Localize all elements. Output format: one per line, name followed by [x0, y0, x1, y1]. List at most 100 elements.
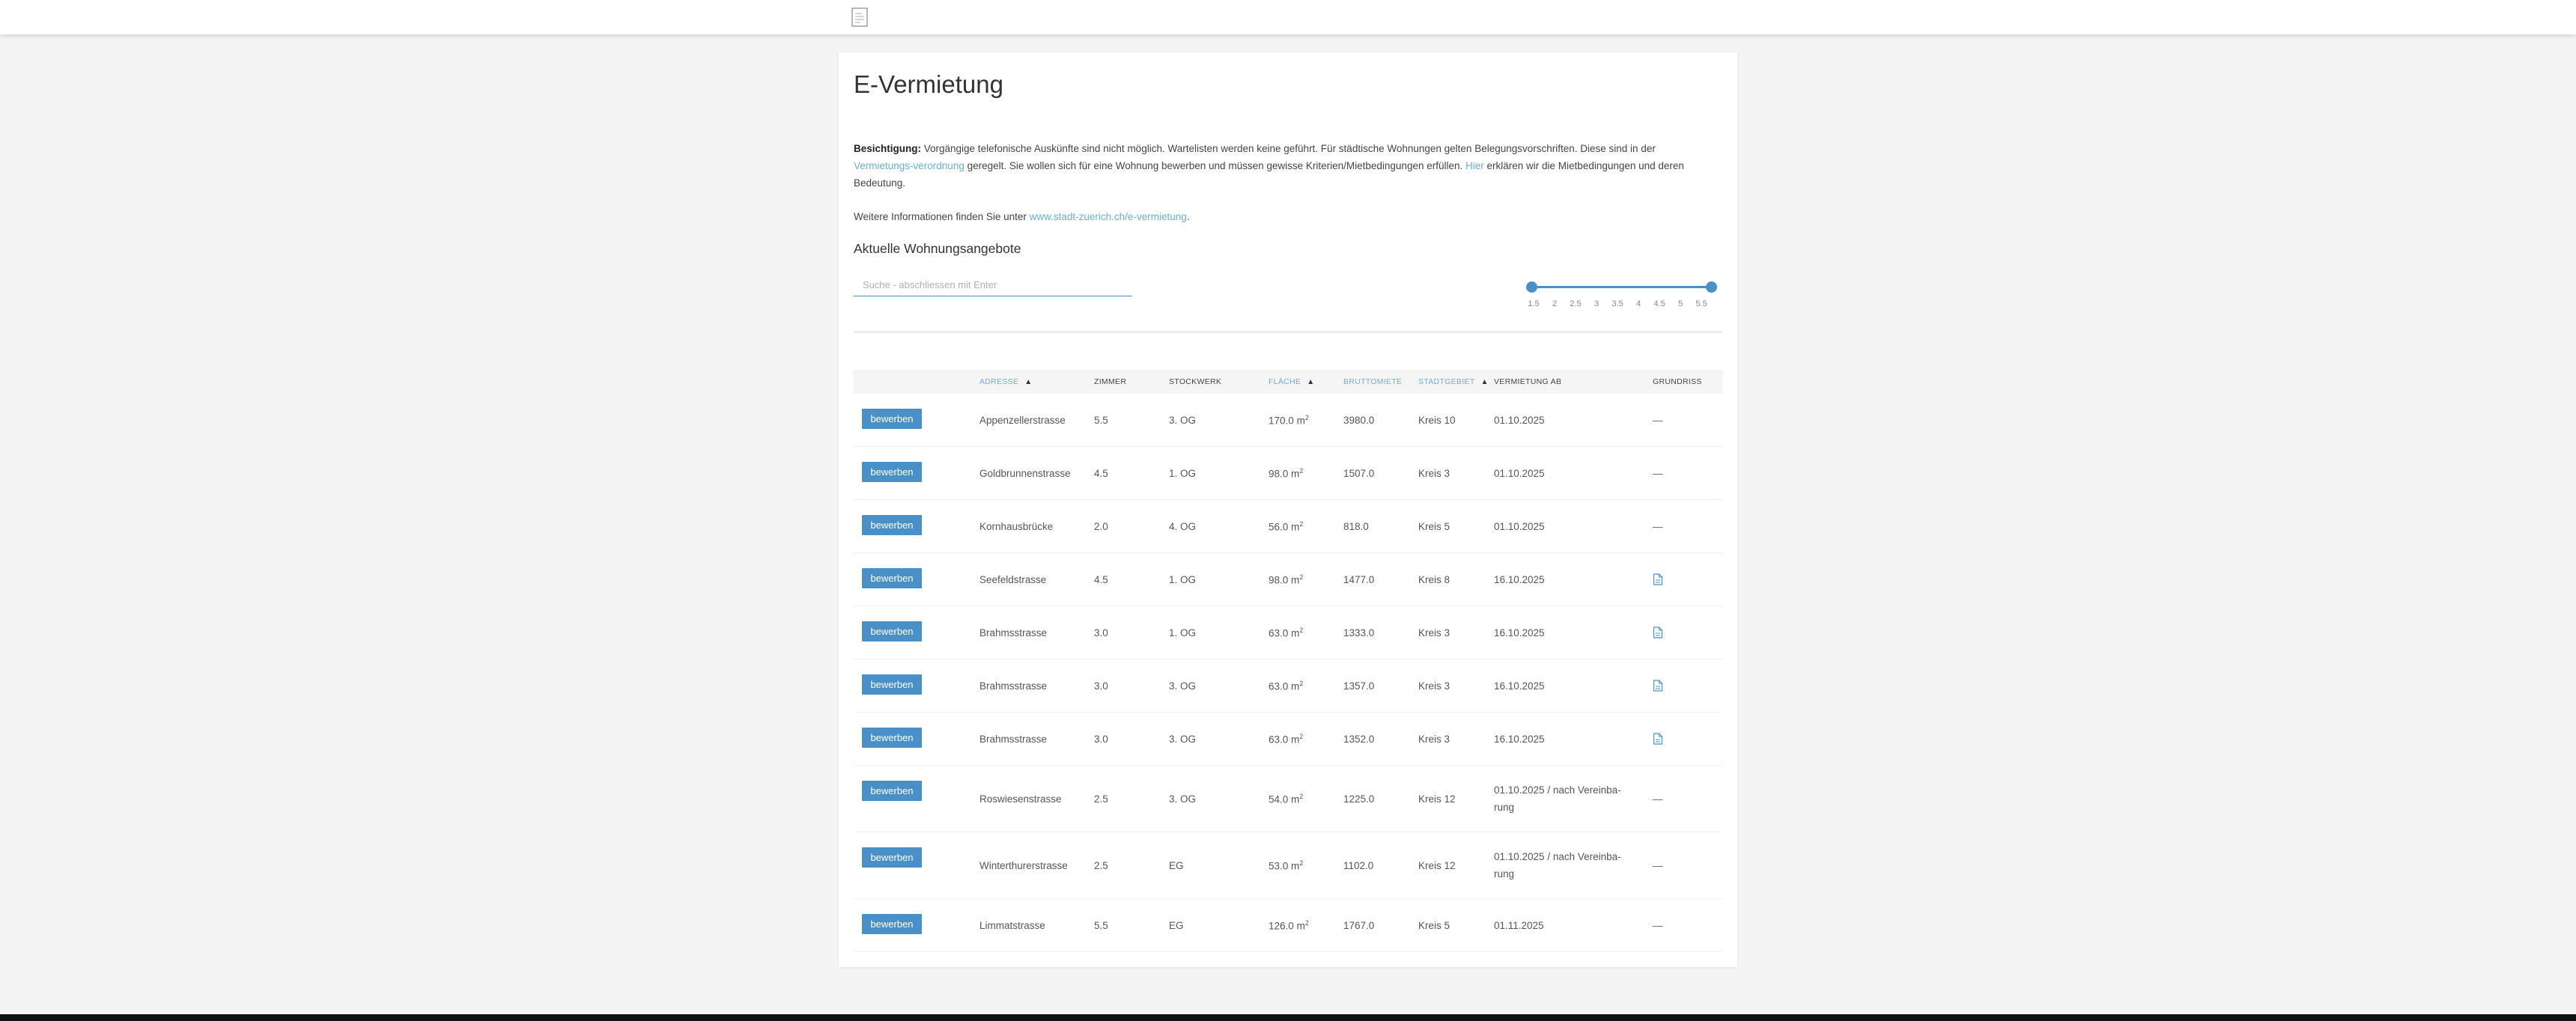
cell-grundriss: — — [1653, 499, 1722, 553]
apply-button[interactable]: bewerben — [862, 515, 922, 535]
cell-vermietung-ab: 16.10.2025 — [1494, 552, 1653, 606]
table-row[interactable]: bewerben Brahmsstrasse 3.0 3. OG 63.0 m2 1357… — [854, 659, 1722, 713]
cell-vermietung-ab: 01.10.2025 — [1494, 394, 1653, 447]
apply-button[interactable]: bewerben — [862, 409, 922, 429]
table-row[interactable]: bewerben Limmatstrasse 5.5 EG 126.0 m2 1767.0… — [854, 898, 1722, 952]
info-paragraph: Besichtigung: Vorgängige telefonische Au… — [854, 140, 1715, 192]
apply-button[interactable]: bewerben — [862, 728, 922, 748]
header-adresse-label[interactable]: ADRESSE — [979, 377, 1018, 386]
floorplan-document-icon[interactable] — [1653, 627, 1663, 638]
table-row[interactable]: bewerben Goldbrunnenstrasse 4.5 1. OG 98.0 m… — [854, 446, 1722, 500]
slider-tick: 4.5 — [1653, 299, 1665, 308]
floorplan-document-icon[interactable] — [1653, 680, 1663, 692]
slider-handle-max[interactable] — [1706, 281, 1717, 293]
header-stockwerk: STOCKWERK — [1169, 370, 1269, 394]
table-row[interactable]: bewerben Winterthurerstrasse 2.5 EG 53.0 m2 1… — [854, 832, 1722, 899]
cell-adresse: Brahmsstrasse — [979, 712, 1094, 766]
table-row[interactable]: bewerben Appenzellerstrasse 5.5 3. OG 170.0 … — [854, 394, 1722, 447]
cell-stockwerk: 1. OG — [1169, 606, 1269, 659]
info-label: Besichtigung: — [854, 143, 921, 154]
action-cell: bewerben — [854, 659, 979, 713]
action-cell: bewerben — [854, 606, 979, 659]
regulation-link[interactable]: Vermietungs-verordnung — [854, 160, 965, 171]
cell-stadtgebiet: Kreis 8 — [1418, 552, 1494, 606]
header-stadtgebiet[interactable]: STADTGEBIET ▲ — [1418, 370, 1494, 394]
action-cell: bewerben — [854, 394, 979, 447]
apply-button[interactable]: bewerben — [862, 621, 922, 641]
conditions-link[interactable]: Hier — [1465, 160, 1484, 171]
listings-title: Aktuelle Wohnungsangebote — [854, 241, 1021, 256]
header-bruttomiete[interactable]: BRUTTOMIETE — [1343, 370, 1418, 394]
action-cell: bewerben — [854, 832, 979, 899]
cell-vermietung-ab: 01.11.2025 — [1494, 898, 1653, 952]
cell-bruttomiete: 1333.0 — [1343, 606, 1418, 659]
website-link[interactable]: www.stadt-zuerich.ch/e-vermietung — [1030, 211, 1187, 222]
header-adresse[interactable]: ADRESSE ▲ — [979, 370, 1094, 394]
area-value: 53.0 — [1269, 860, 1289, 872]
sort-caret-up-icon[interactable]: ▲ — [1480, 378, 1488, 386]
area-value: 63.0 — [1269, 627, 1289, 639]
slider-tick: 3.5 — [1611, 299, 1623, 308]
cell-flaeche: 54.0 m2 — [1269, 765, 1343, 832]
cell-vermietung-ab: 01.10.2025 — [1494, 499, 1653, 553]
header-flaeche[interactable]: FLÄCHE ▲ — [1269, 370, 1343, 394]
cell-bruttomiete: 818.0 — [1343, 499, 1418, 553]
area-value: 63.0 — [1269, 680, 1289, 692]
area-value: 126.0 — [1269, 920, 1294, 932]
cell-adresse: Brahmsstrasse — [979, 606, 1094, 659]
apply-button[interactable]: bewerben — [862, 462, 922, 482]
table-row[interactable]: bewerben Roswiesenstrasse 2.5 3. OG 54.0 m2 1… — [854, 765, 1722, 832]
action-cell: bewerben — [854, 552, 979, 606]
header-flaeche-label[interactable]: FLÄCHE — [1269, 377, 1301, 386]
floorplan-document-icon[interactable] — [1653, 733, 1663, 745]
cell-zimmer: 3.0 — [1094, 712, 1169, 766]
cell-stockwerk: 3. OG — [1169, 765, 1269, 832]
table-row[interactable]: bewerben Brahmsstrasse 3.0 3. OG 63.0 m2 1352… — [854, 712, 1722, 766]
slider-track[interactable] — [1531, 286, 1710, 288]
apply-button[interactable]: bewerben — [862, 568, 922, 588]
table-row[interactable]: bewerben Kornhausbrücke 2.0 4. OG 56.0 m2 818… — [854, 499, 1722, 553]
table-row[interactable]: bewerben Brahmsstrasse 3.0 1. OG 63.0 m2 1333… — [854, 606, 1722, 659]
apply-button[interactable]: bewerben — [862, 847, 922, 868]
sort-caret-up-icon[interactable]: ▲ — [1024, 378, 1032, 386]
document-icon[interactable] — [851, 7, 868, 27]
floorplan-document-icon[interactable] — [1653, 573, 1663, 585]
search-input[interactable] — [854, 274, 1132, 296]
cell-adresse: Brahmsstrasse — [979, 659, 1094, 713]
rooms-range-slider[interactable]: 1.5 2 2.5 3 3.5 4 4.5 5 5.5 — [1526, 281, 1721, 311]
cell-zimmer: 2.0 — [1094, 499, 1169, 553]
slider-tick: 2.5 — [1570, 299, 1582, 308]
sort-caret-up-icon[interactable]: ▲ — [1307, 378, 1314, 386]
top-bar — [0, 0, 2576, 34]
slider-handle-min[interactable] — [1526, 281, 1537, 293]
table-row[interactable]: bewerben Seefeldstrasse 4.5 1. OG 98.0 m2 147… — [854, 552, 1722, 606]
cell-grundriss: — — [1653, 832, 1722, 899]
cell-bruttomiete: 1767.0 — [1343, 898, 1418, 952]
no-floorplan: — — [1653, 520, 1663, 532]
cell-adresse: Limmatstrasse — [979, 898, 1094, 952]
cell-stadtgebiet: Kreis 5 — [1418, 499, 1494, 553]
cell-vermietung-ab: 01.10.2025 — [1494, 446, 1653, 500]
cell-zimmer: 2.5 — [1094, 832, 1169, 899]
divider — [854, 331, 1722, 333]
cell-flaeche: 63.0 m2 — [1269, 606, 1343, 659]
apply-button[interactable]: bewerben — [862, 914, 922, 934]
cell-stockwerk: 3. OG — [1169, 394, 1269, 447]
info-text-1: Vorgängige telefonische Auskünfte sind n… — [921, 143, 1656, 154]
cell-stockwerk: 1. OG — [1169, 446, 1269, 500]
apply-button[interactable]: bewerben — [862, 781, 922, 801]
cell-stadtgebiet: Kreis 12 — [1418, 832, 1494, 899]
apply-button[interactable]: bewerben — [862, 674, 922, 695]
slider-tick: 5 — [1677, 299, 1683, 308]
cell-stockwerk: EG — [1169, 832, 1269, 899]
area-value: 54.0 — [1269, 793, 1289, 805]
no-floorplan: — — [1653, 919, 1663, 931]
footer-bar — [0, 1014, 2576, 1021]
no-floorplan: — — [1653, 859, 1663, 871]
header-stadtgebiet-label[interactable]: STADTGEBIET — [1418, 377, 1474, 386]
cell-adresse: Roswiesenstrasse — [979, 765, 1094, 832]
cell-vermietung-ab: 01.10.2025 / nach Vereinba-rung — [1494, 832, 1653, 899]
area-value: 56.0 — [1269, 521, 1289, 533]
cell-stadtgebiet: Kreis 5 — [1418, 898, 1494, 952]
cell-stockwerk: 1. OG — [1169, 552, 1269, 606]
